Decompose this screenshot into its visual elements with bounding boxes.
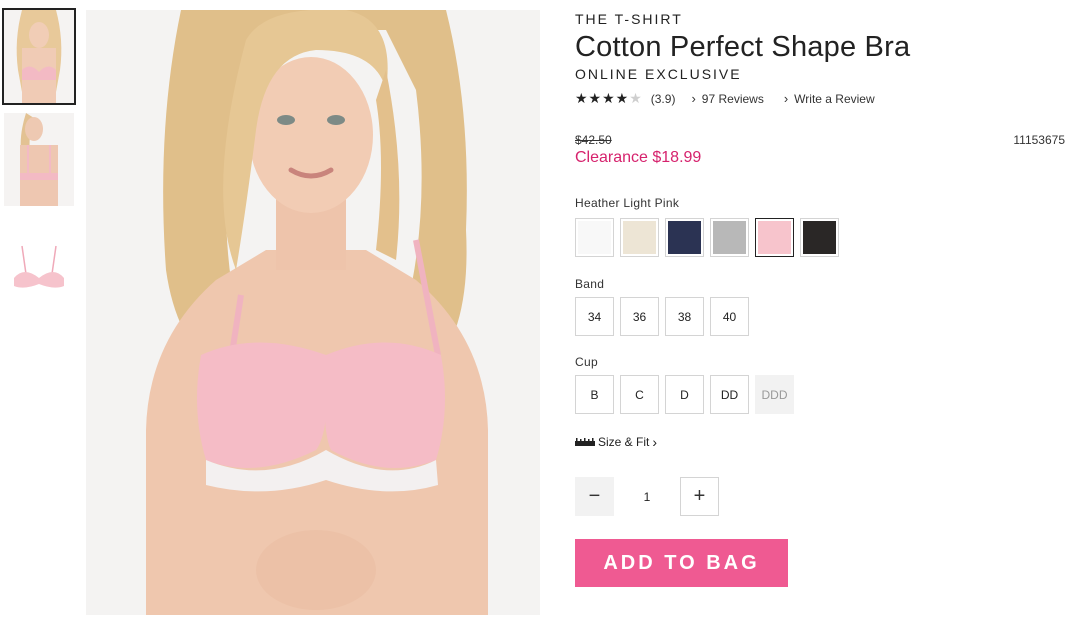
thumbnail-gallery: [2, 8, 76, 319]
cup-option-d[interactable]: D: [665, 375, 704, 414]
write-review-link[interactable]: › Write a Review: [784, 91, 875, 106]
band-label: Band: [575, 277, 605, 291]
add-to-bag-button[interactable]: ADD TO BAG: [575, 539, 788, 587]
reviews-link[interactable]: › 97 Reviews: [691, 91, 763, 106]
exclusive-tag: ONLINE EXCLUSIVE: [575, 66, 742, 82]
color-swatch-fill: [803, 221, 836, 254]
increase-quantity-button[interactable]: +: [680, 477, 719, 516]
color-swatch-white[interactable]: [575, 218, 614, 257]
color-swatch-fill: [668, 221, 701, 254]
thumbnail-front-image: [4, 10, 74, 103]
collection-name: THE T-SHIRT: [575, 11, 683, 27]
thumbnail-flat[interactable]: [4, 216, 74, 309]
color-swatch-fill: [713, 221, 746, 254]
color-swatch-heather-grey[interactable]: [710, 218, 749, 257]
product-details: THE T-SHIRT Cotton Perfect Shape Bra ONL…: [575, 10, 1067, 587]
decrease-quantity-button[interactable]: −: [575, 477, 614, 516]
cup-option-c[interactable]: C: [620, 375, 659, 414]
ruler-icon: [575, 438, 595, 446]
quantity-stepper: − 1 +: [575, 477, 1067, 516]
band-option-38[interactable]: 38: [665, 297, 704, 336]
cup-label: Cup: [575, 355, 598, 369]
color-swatches: [575, 218, 1067, 257]
band-options: 34 36 38 40: [575, 297, 1067, 336]
clearance-price: Clearance $18.99: [575, 149, 702, 166]
color-swatch-fill: [758, 221, 791, 254]
original-price: $42.50: [575, 133, 612, 147]
thumbnail-front[interactable]: [2, 8, 76, 105]
cup-options: B C D DD DDD: [575, 375, 1067, 414]
band-option-34[interactable]: 34: [575, 297, 614, 336]
color-swatch-beige[interactable]: [620, 218, 659, 257]
color-swatch-black[interactable]: [800, 218, 839, 257]
product-title: Cotton Perfect Shape Bra: [575, 31, 911, 63]
model-photo: [86, 10, 540, 615]
cup-option-ddd[interactable]: DDD: [755, 375, 794, 414]
product-sku: 11153675: [1013, 133, 1065, 147]
color-swatch-heather-light-pink[interactable]: [755, 218, 794, 257]
thumbnail-flat-image: [4, 216, 74, 309]
product-main-image[interactable]: [86, 10, 540, 615]
color-swatch-fill: [578, 221, 611, 254]
size-fit-label: Size & Fit: [598, 435, 650, 449]
chevron-right-icon: ›: [783, 91, 789, 106]
rating-row: ★★★★★ (3.9) › 97 Reviews › Write a Revie…: [575, 90, 1067, 107]
color-swatch-navy[interactable]: [665, 218, 704, 257]
reviews-link-label: 97 Reviews: [701, 91, 764, 106]
band-option-40[interactable]: 40: [710, 297, 749, 336]
band-option-36[interactable]: 36: [620, 297, 659, 336]
thumbnail-back[interactable]: [4, 113, 74, 206]
selected-color-name: Heather Light Pink: [575, 196, 680, 210]
star-rating-icon: ★★★★★: [575, 90, 643, 106]
cup-option-b[interactable]: B: [575, 375, 614, 414]
size-fit-link[interactable]: Size & Fit ›: [575, 434, 1067, 450]
thumbnail-back-image: [4, 113, 74, 206]
chevron-right-icon: ›: [652, 434, 658, 450]
cup-option-dd[interactable]: DD: [710, 375, 749, 414]
price-block: $42.50 Clearance $18.99 11153675: [575, 133, 1067, 175]
color-swatch-fill: [623, 221, 656, 254]
rating-value: (3.9): [650, 91, 676, 106]
quantity-value[interactable]: 1: [614, 490, 680, 504]
write-review-label: Write a Review: [794, 91, 875, 106]
chevron-right-icon: ›: [691, 91, 696, 106]
